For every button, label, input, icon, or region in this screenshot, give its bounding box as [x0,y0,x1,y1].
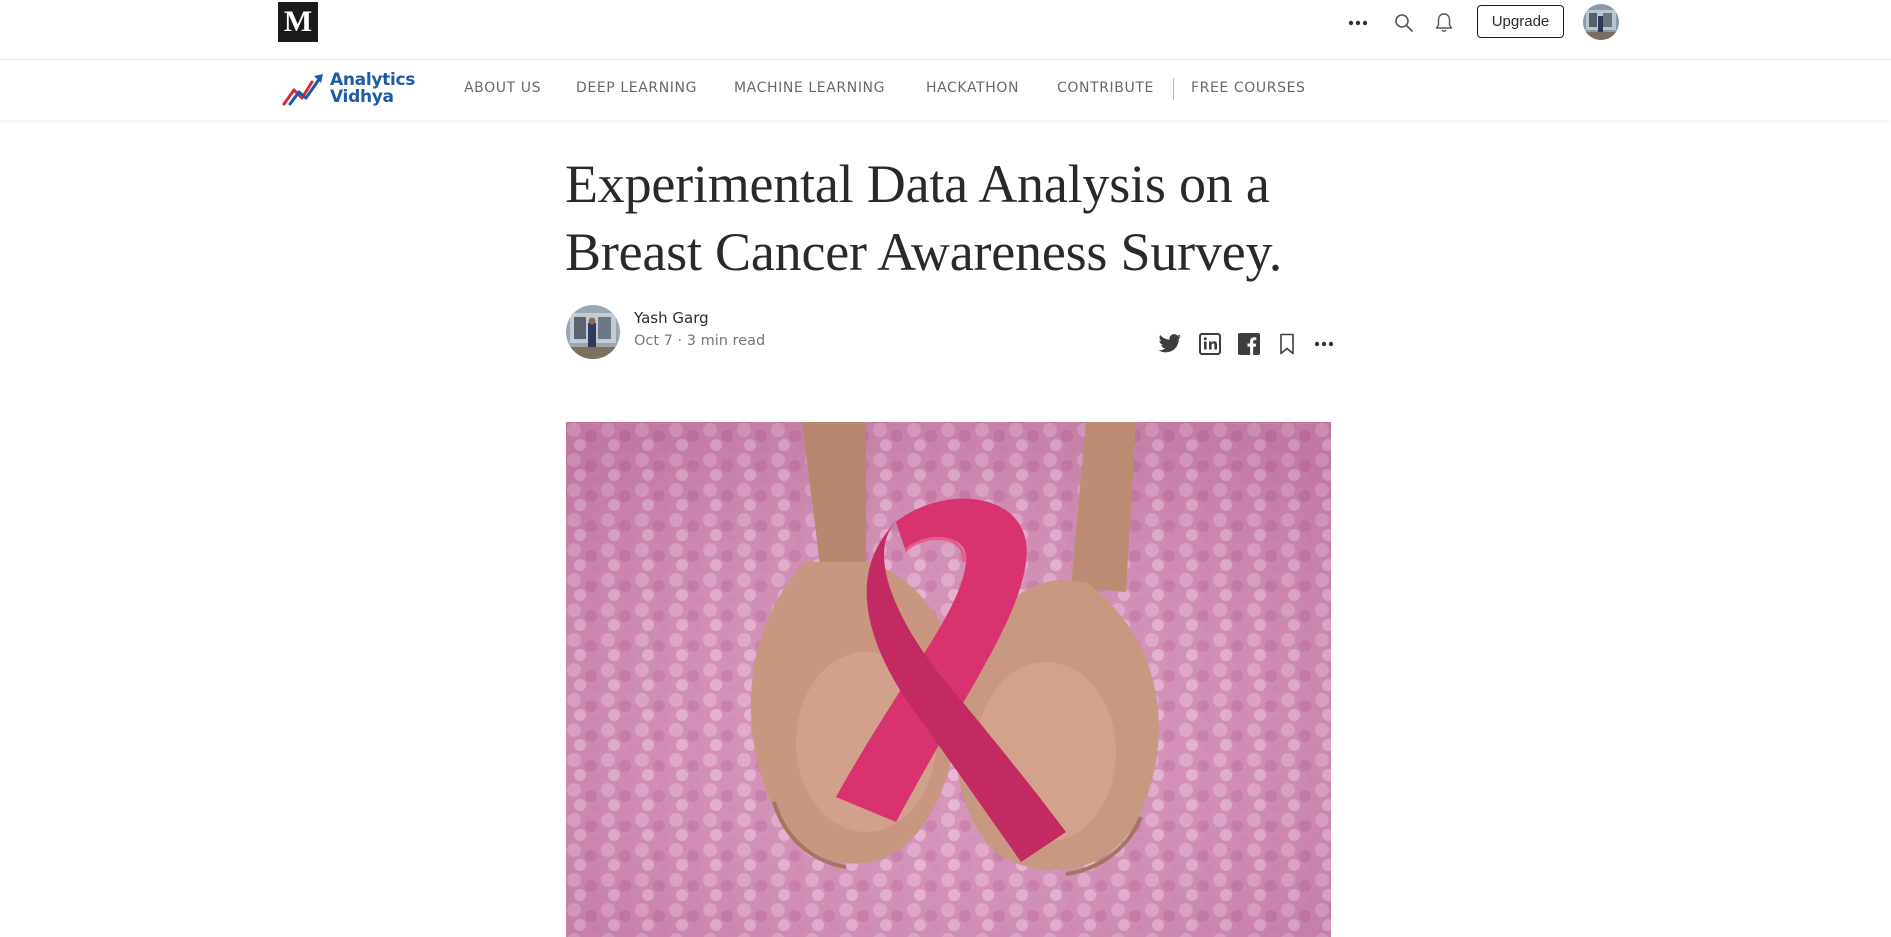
bookmark-icon[interactable] [1274,331,1300,357]
medium-logo[interactable]: M [278,2,318,42]
search-icon[interactable] [1390,10,1418,36]
twitter-icon[interactable] [1157,331,1183,357]
nav-about-us[interactable]: ABOUT US [464,80,541,96]
nav-machine-learning[interactable]: MACHINE LEARNING [734,80,885,96]
nav-divider [1173,78,1174,100]
title-line-1: Experimental Data Analysis on a [565,154,1270,214]
publication-nav: Analytics Vidhya ABOUT US DEEP LEARNING … [0,60,1891,120]
article-meta: Oct 7 · 3 min read [634,333,766,349]
facebook-icon[interactable] [1236,331,1262,357]
user-avatar[interactable] [1583,4,1619,40]
nav-free-courses[interactable]: FREE COURSES [1191,80,1306,96]
article-title: Experimental Data Analysis on a Breast C… [565,150,1345,286]
author-avatar[interactable] [566,305,620,359]
nav-hackathon[interactable]: HACKATHON [926,80,1019,96]
nav-contribute[interactable]: CONTRIBUTE [1057,80,1154,96]
bell-icon[interactable] [1430,10,1458,36]
analytics-vidhya-logo[interactable]: Analytics Vidhya [282,70,422,110]
nav-deep-learning[interactable]: DEEP LEARNING [576,80,697,96]
linkedin-icon[interactable] [1197,331,1223,357]
title-line-2: Breast Cancer Awareness Survey. [565,222,1283,282]
top-bar: M Upgrade [0,0,1891,60]
author-name[interactable]: Yash Garg [634,309,709,327]
more-options-icon[interactable] [1344,10,1372,36]
upgrade-button[interactable]: Upgrade [1477,5,1564,38]
logo-line-2: Vidhya [330,87,394,107]
hero-image [566,422,1331,937]
more-options-icon[interactable] [1311,331,1337,357]
